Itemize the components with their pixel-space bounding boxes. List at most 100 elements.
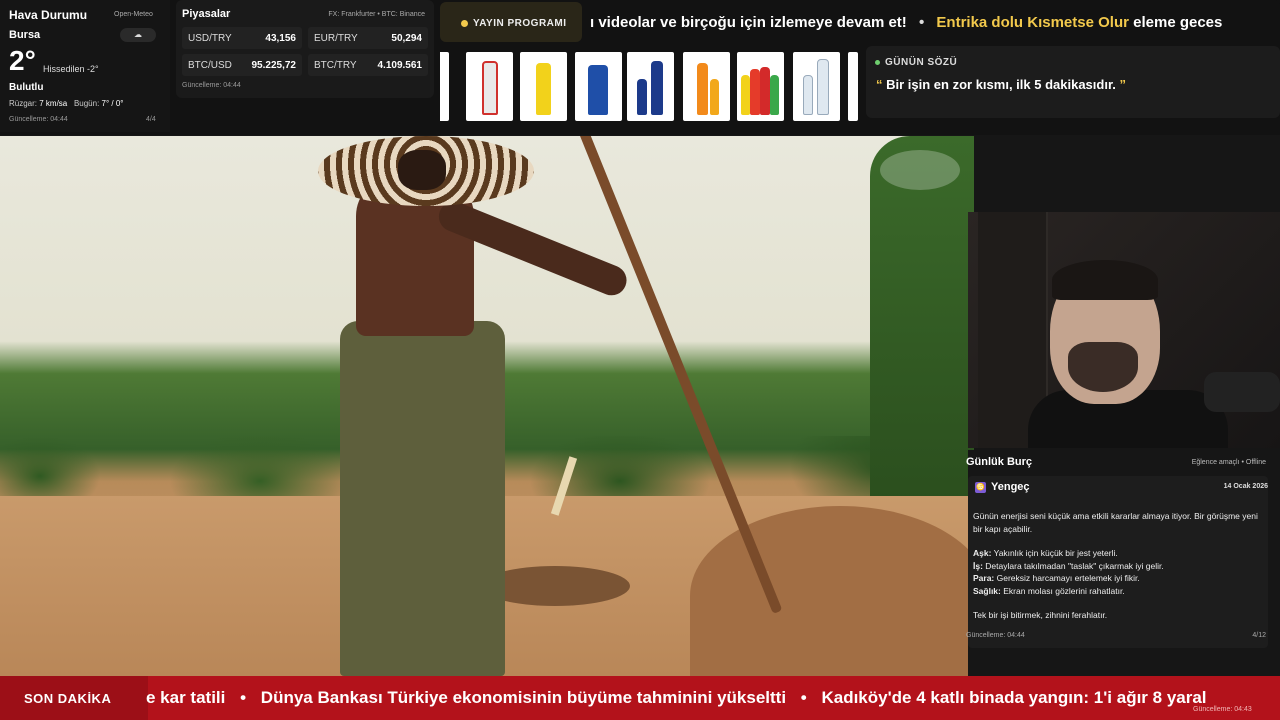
main-video [0, 136, 974, 676]
horoscope-work: İş: Detaylara takılmadan "taslak" çıkarm… [973, 560, 1261, 573]
markets-updated: Güncelleme: 04:44 [182, 82, 241, 89]
breaking-news-bar: SON DAKİKA e kar tatili • Dünya Bankası … [0, 676, 1280, 720]
weather-city: Bursa [9, 29, 41, 41]
webcam-feed [968, 212, 1280, 448]
market-value: 95.225,72 [251, 60, 297, 71]
markets-source: FX: Frankfurter • BTC: Binance [328, 11, 425, 18]
video-tree-right [870, 136, 974, 526]
horoscope-sign: Yengeç [991, 481, 1030, 493]
market-value: 4.109.561 [377, 60, 423, 71]
wind-label: Rüzgar: [9, 99, 38, 108]
markets-widget: Piyasalar FX: Frankfurter • BTC: Binance… [176, 0, 434, 98]
horoscope-date: 14 Ocak 2026 [1223, 483, 1268, 490]
schedule-highlight: Entrika dolu Kısmetse Olur [936, 14, 1129, 31]
weather-title: Hava Durumu [9, 8, 88, 22]
stream-overlay: Hava Durumu Open-Meteo Bursa ☁ 2° Hissed… [0, 0, 1280, 720]
breaking-news-ticker: e kar tatili • Dünya Bankası Türkiye eko… [146, 688, 1280, 708]
weather-updated: Güncelleme: 04:44 [9, 116, 68, 123]
horoscope-updated: Güncelleme: 04:44 [966, 632, 1025, 639]
money-label: Para: [973, 573, 995, 583]
schedule-ticker: YAYIN PROGRAMI ı videolar ve birçoğu içi… [440, 0, 1280, 44]
product-strip [440, 48, 858, 124]
product-card [627, 52, 674, 121]
bottle-image [760, 67, 770, 115]
schedule-text-after: eleme geces [1133, 14, 1223, 31]
schedule-label-pill: YAYIN PROGRAMI [440, 2, 582, 42]
news-updated: Güncelleme: 04:43 [1193, 706, 1252, 713]
weather-source: Open-Meteo [114, 11, 153, 18]
bottle-image [536, 63, 551, 115]
horoscope-intro: Günün enerjisi seni küçük ama etkili kar… [973, 511, 1258, 534]
zodiac-sign-icon: ♋ [975, 482, 986, 493]
news-item: Kadıköy'de 4 katlı binada yangın: 1'i ağ… [821, 688, 1207, 707]
horoscope-title: Günlük Burç [966, 456, 1033, 468]
webcam-person-hair [1052, 260, 1158, 300]
market-usd-try: USD/TRY 43,156 [182, 27, 302, 49]
schedule-dot-icon [461, 20, 468, 27]
bottle-image [741, 75, 750, 115]
bottle-image [750, 69, 760, 115]
work-label: İş: [973, 560, 983, 571]
horoscope-page-indicator: 4/12 [1252, 632, 1266, 639]
bottle-image [817, 59, 829, 115]
health-label: Sağlık: [973, 585, 1001, 596]
product-card [575, 52, 622, 121]
schedule-label: YAYIN PROGRAMI [473, 18, 567, 29]
microphone-icon [1204, 372, 1280, 412]
market-label: USD/TRY [188, 33, 232, 44]
product-card [848, 52, 858, 121]
quote-close-mark: ” [1119, 77, 1127, 92]
horoscope-love: Aşk: Yakınlık için küçük bir jest yeterl… [973, 547, 1261, 560]
market-btc-try: BTC/TRY 4.109.561 [308, 54, 428, 76]
weather-feels-like: Hissedilen -2° [43, 64, 99, 74]
today-label: Bugün: [73, 99, 100, 108]
product-card [683, 52, 730, 121]
bottle-image [770, 75, 779, 115]
horoscope-closing: Tek bir işi bitirmek, zihnini ferahlatır… [973, 610, 1108, 620]
wind-value: 7 km/sa [39, 99, 68, 108]
bottle-image [710, 79, 719, 115]
work-text: Detaylara takılmadan "taslak" çıkarmak i… [985, 560, 1164, 571]
quote-open-mark: “ [876, 77, 883, 92]
horoscope-widget: Günlük Burç Eğlence amaçlı • Offline ♋ Y… [966, 450, 1280, 676]
product-card [520, 52, 567, 121]
quote-title: GÜNÜN SÖZÜ [885, 57, 958, 68]
bottle-image [637, 79, 647, 115]
markets-title: Piyasalar [182, 8, 231, 20]
love-label: Aşk: [973, 548, 992, 558]
horoscope-body: Günün enerjisi seni küçük ama etkili kar… [973, 510, 1261, 634]
health-text: Ekran molası gözlerini rahatlatır. [1003, 585, 1125, 596]
horoscope-health: Sağlık: Ekran molası gözlerini rahatlatı… [973, 585, 1261, 598]
weather-wind: Rüzgar: 7 km/sa Bugün: 7° / 0° [9, 99, 124, 108]
webcam-person-beard [1068, 342, 1138, 392]
quote-dot-icon [875, 60, 880, 65]
video-person-head [398, 150, 446, 190]
video-person-legs [340, 321, 505, 676]
market-value: 50,294 [391, 33, 422, 44]
breaking-news-label-text: SON DAKİKA [24, 691, 112, 706]
schedule-text: ı videolar ve birçoğu için izlemeye deva… [590, 14, 1280, 31]
horoscope-details: Aşk: Yakınlık için küçük bir jest yeterl… [973, 547, 1261, 597]
product-card [737, 52, 784, 121]
bottle-image [651, 61, 663, 115]
love-text: Yakınlık için küçük bir jest yeterli. [993, 548, 1118, 558]
market-label: BTC/TRY [314, 60, 357, 71]
schedule-text-before: ı videolar ve birçoğu için izlemeye deva… [590, 14, 907, 31]
market-label: BTC/USD [188, 60, 232, 71]
market-value: 43,156 [265, 33, 296, 44]
weather-temperature: 2° [9, 45, 36, 76]
horoscope-tag: Eğlence amaçlı • Offline [1191, 459, 1266, 466]
market-label: EUR/TRY [314, 33, 358, 44]
product-card [793, 52, 840, 121]
today-value: 7° / 0° [101, 99, 124, 108]
bottle-image [482, 61, 498, 115]
quote-widget: GÜNÜN SÖZÜ “ Bir işin en zor kısmı, ilk … [866, 46, 1280, 118]
product-card [440, 52, 449, 121]
bottle-image [803, 75, 813, 115]
breaking-news-label: SON DAKİKA [0, 676, 148, 720]
news-separator: • [800, 688, 807, 707]
quote-body: Bir işin en zor kısmı, ilk 5 dakikasıdır… [886, 77, 1116, 92]
horoscope-money: Para: Gereksiz harcamayı ertelemek iyi f… [973, 572, 1261, 585]
weather-widget: Hava Durumu Open-Meteo Bursa ☁ 2° Hissed… [0, 0, 170, 132]
bottle-image [697, 63, 708, 115]
